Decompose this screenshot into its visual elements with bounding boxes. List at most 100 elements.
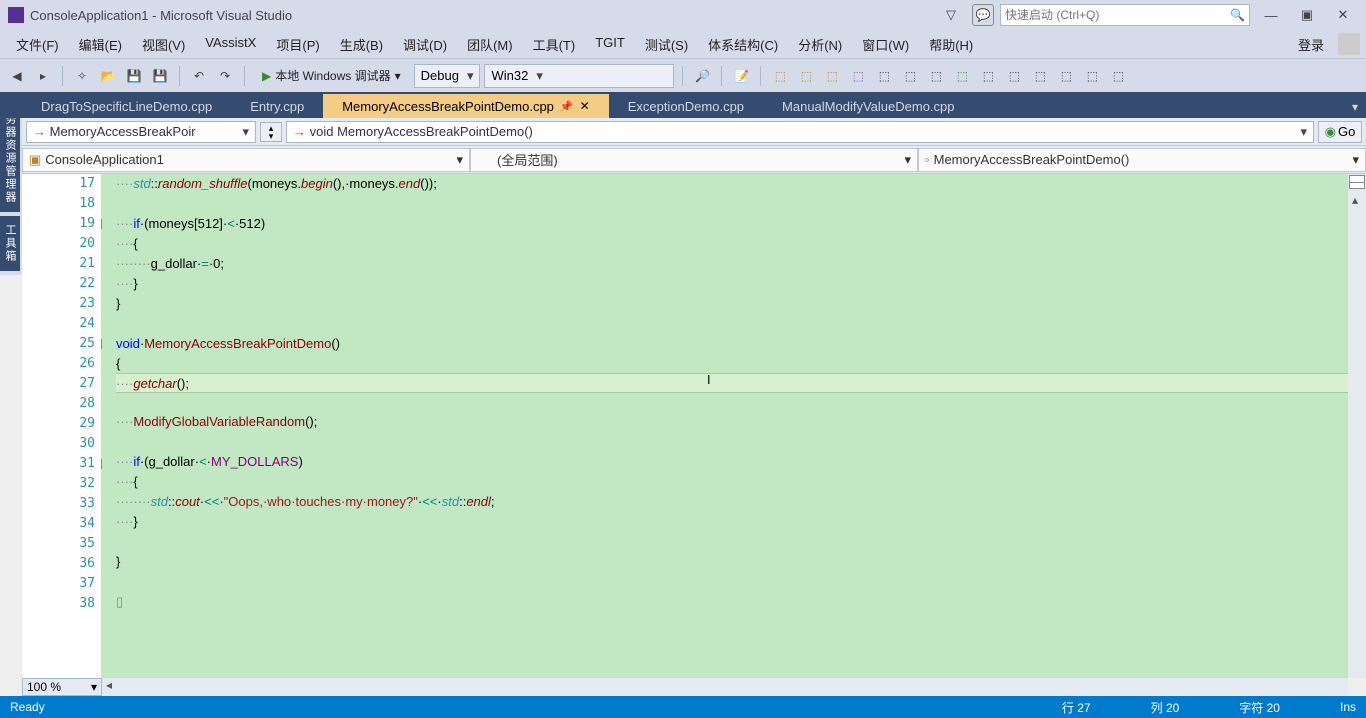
- tool-icon-1[interactable]: ⬚: [769, 65, 791, 87]
- menu-item[interactable]: 分析(N): [788, 31, 852, 58]
- close-button[interactable]: ✕: [1328, 3, 1358, 27]
- menu-item[interactable]: 团队(M): [457, 31, 523, 58]
- tool-icon-6[interactable]: ⬚: [899, 65, 921, 87]
- project-combo[interactable]: ▣ConsoleApplication1: [22, 148, 470, 172]
- comment-icon[interactable]: 📝: [730, 65, 752, 87]
- menu-item[interactable]: TGIT: [585, 31, 635, 58]
- avatar-icon[interactable]: [1338, 33, 1360, 55]
- tool-icon-12[interactable]: ⬚: [1055, 65, 1077, 87]
- code-line[interactable]: }: [116, 294, 1364, 314]
- side-tab[interactable]: 工具箱: [0, 216, 20, 271]
- vertical-scrollbar[interactable]: ▴: [1348, 174, 1366, 678]
- code-area[interactable]: I ····std::random_shuffle(moneys.begin()…: [102, 174, 1364, 678]
- tool-icon-7[interactable]: ⬚: [925, 65, 947, 87]
- code-line[interactable]: }: [116, 552, 1364, 572]
- tool-icon-8[interactable]: ⬚: [951, 65, 973, 87]
- start-debug-button[interactable]: ▶ 本地 Windows 调试器 ▾: [253, 64, 410, 88]
- menu-item[interactable]: 测试(S): [635, 31, 698, 58]
- save-all-icon[interactable]: 💾: [149, 65, 171, 87]
- tool-icon-4[interactable]: ⬚: [847, 65, 869, 87]
- horizontal-scrollbar[interactable]: ◂: [102, 678, 1348, 696]
- tool-icon-9[interactable]: ⬚: [977, 65, 999, 87]
- config-combo[interactable]: Debug: [414, 64, 481, 88]
- scope-combo[interactable]: → MemoryAccessBreakPoir: [26, 121, 256, 143]
- code-line[interactable]: ····{: [116, 234, 1364, 254]
- quick-launch-input[interactable]: [1005, 8, 1230, 22]
- close-tab-icon[interactable]: ✕: [580, 99, 590, 113]
- menu-item[interactable]: 生成(B): [330, 31, 393, 58]
- scope-up-button[interactable]: ▴▾: [260, 122, 282, 142]
- redo-icon[interactable]: ↷: [214, 65, 236, 87]
- function-combo[interactable]: ◦MemoryAccessBreakPointDemo(): [918, 148, 1366, 172]
- quick-launch-box[interactable]: 🔍: [1000, 4, 1250, 26]
- document-tab[interactable]: ManualModifyValueDemo.cpp: [763, 94, 973, 118]
- scroll-up-icon[interactable]: ▴: [1348, 193, 1362, 207]
- code-line[interactable]: [116, 432, 1364, 452]
- code-line[interactable]: ········g_dollar·=·0;: [116, 254, 1364, 274]
- document-tab-well: DragToSpecificLineDemo.cppEntry.cppMemor…: [0, 92, 1366, 118]
- tool-icon-13[interactable]: ⬚: [1081, 65, 1103, 87]
- code-line[interactable]: ········std::cout·<<·"Oops,·who·touches·…: [116, 492, 1364, 512]
- minimize-button[interactable]: —: [1256, 3, 1286, 27]
- code-line[interactable]: [116, 314, 1364, 334]
- document-tab[interactable]: ExceptionDemo.cpp: [609, 94, 763, 118]
- tool-icon-14[interactable]: ⬚: [1107, 65, 1129, 87]
- code-line[interactable]: ····getchar();: [116, 373, 1364, 393]
- code-line[interactable]: ····{: [116, 472, 1364, 492]
- menu-item[interactable]: 工具(T): [523, 31, 586, 58]
- code-line[interactable]: ····if·(g_dollar·<·MY_DOLLARS): [116, 452, 1364, 472]
- undo-icon[interactable]: ↶: [188, 65, 210, 87]
- menu-item[interactable]: 项目(P): [266, 31, 329, 58]
- document-tab[interactable]: DragToSpecificLineDemo.cpp: [22, 94, 231, 118]
- zoom-combo[interactable]: 100 %: [22, 678, 102, 696]
- find-in-files-icon[interactable]: 🔎: [691, 65, 713, 87]
- code-line[interactable]: [116, 194, 1364, 214]
- menu-item[interactable]: VAssistX: [195, 31, 266, 58]
- menu-item[interactable]: 编辑(E): [69, 31, 132, 58]
- notifications-icon[interactable]: 💬: [972, 4, 994, 26]
- code-line[interactable]: {: [116, 354, 1364, 374]
- scope-combo-2[interactable]: (全局范围): [470, 148, 918, 172]
- open-file-icon[interactable]: 📂: [97, 65, 119, 87]
- platform-combo[interactable]: Win32: [484, 64, 674, 88]
- menu-item[interactable]: 体系结构(C): [698, 31, 788, 58]
- maximize-button[interactable]: ▣: [1292, 3, 1322, 27]
- tab-overflow-icon[interactable]: ▾: [1348, 96, 1362, 118]
- tool-icon-10[interactable]: ⬚: [1003, 65, 1025, 87]
- menu-item[interactable]: 帮助(H): [919, 31, 983, 58]
- document-tab[interactable]: MemoryAccessBreakPointDemo.cpp📌✕: [323, 94, 608, 118]
- code-line[interactable]: ▯: [116, 592, 1364, 612]
- code-line[interactable]: [116, 392, 1364, 412]
- code-line[interactable]: void·MemoryAccessBreakPointDemo(): [116, 334, 1364, 354]
- new-project-icon[interactable]: ✧: [71, 65, 93, 87]
- code-line[interactable]: ····ModifyGlobalVariableRandom();: [116, 412, 1364, 432]
- feedback-icon[interactable]: ▽: [936, 3, 966, 27]
- standard-toolbar: ◀ ▸ ✧ 📂 💾 💾 ↶ ↷ ▶ 本地 Windows 调试器 ▾ Debug…: [0, 58, 1366, 92]
- code-editor[interactable]: 171819-202122232425-262728293031-3233343…: [22, 174, 1364, 678]
- search-icon[interactable]: 🔍: [1230, 8, 1245, 22]
- scroll-left-icon[interactable]: ◂: [102, 678, 116, 692]
- menu-item[interactable]: 视图(V): [132, 31, 195, 58]
- tool-icon-3[interactable]: ⬚: [821, 65, 843, 87]
- split-window-icon[interactable]: [1349, 175, 1365, 189]
- code-line[interactable]: ····}: [116, 274, 1364, 294]
- menu-item[interactable]: 文件(F): [6, 31, 69, 58]
- menu-item[interactable]: 调试(D): [393, 31, 457, 58]
- nav-forward-icon[interactable]: ▸: [32, 65, 54, 87]
- code-line[interactable]: ····}: [116, 512, 1364, 532]
- code-line[interactable]: [116, 532, 1364, 552]
- member-combo[interactable]: → void MemoryAccessBreakPointDemo(): [286, 121, 1314, 143]
- tool-icon-11[interactable]: ⬚: [1029, 65, 1051, 87]
- tool-icon-2[interactable]: ⬚: [795, 65, 817, 87]
- nav-back-icon[interactable]: ◀: [6, 65, 28, 87]
- tool-icon-5[interactable]: ⬚: [873, 65, 895, 87]
- code-line[interactable]: [116, 572, 1364, 592]
- document-tab[interactable]: Entry.cpp: [231, 94, 323, 118]
- save-icon[interactable]: 💾: [123, 65, 145, 87]
- code-line[interactable]: ····std::random_shuffle(moneys.begin(),·…: [116, 174, 1364, 194]
- code-line[interactable]: ····if·(moneys[512]·<·512): [116, 214, 1364, 234]
- pin-icon[interactable]: 📌: [560, 100, 574, 113]
- sign-in-link[interactable]: 登录: [1290, 31, 1332, 58]
- go-button[interactable]: ◉ Go: [1318, 121, 1362, 143]
- menu-item[interactable]: 窗口(W): [852, 31, 919, 58]
